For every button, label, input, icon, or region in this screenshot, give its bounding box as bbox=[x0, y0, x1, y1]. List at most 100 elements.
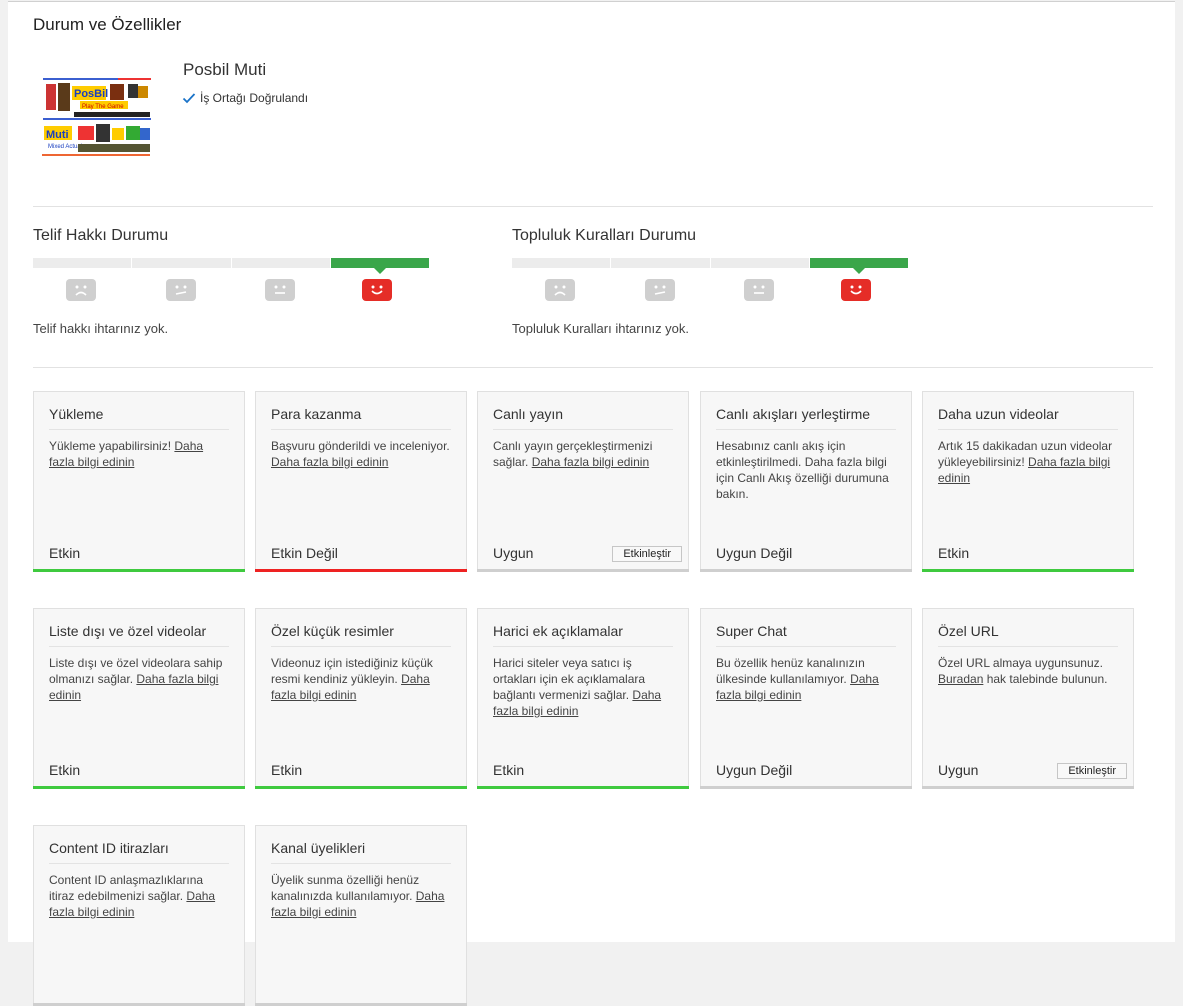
description-text: Özel URL almaya uygunsunuz. bbox=[938, 656, 1103, 670]
status-bar bbox=[922, 569, 1134, 572]
channel-thumbnail: PosBil Play The Game Muti Mixed Actual bbox=[38, 74, 153, 164]
feature-card-title: Liste dışı ve özel videolar bbox=[49, 623, 207, 639]
feature-card-title: Özel küçük resimler bbox=[271, 623, 394, 639]
happy-face-icon bbox=[841, 279, 871, 301]
learn-more-link[interactable]: Daha fazla bilgi edinin bbox=[271, 455, 388, 469]
meter-segment bbox=[231, 258, 330, 268]
copyright-status-text: Telif hakkı ihtarınız yok. bbox=[33, 321, 169, 336]
description-text: Harici siteler veya satıcı iş ortakları … bbox=[493, 656, 646, 702]
copyright-strike-meter bbox=[33, 258, 429, 274]
meter-segment bbox=[33, 258, 132, 268]
description-text: Üyelik sunma özelliği henüz kanalınızda … bbox=[271, 873, 420, 903]
happy-face-icon bbox=[362, 279, 392, 301]
divider bbox=[33, 367, 1153, 368]
feature-status: Etkin bbox=[49, 762, 81, 778]
page-title: Durum ve Özellikler bbox=[33, 15, 182, 34]
status-bar bbox=[922, 786, 1134, 789]
card-divider bbox=[49, 863, 229, 864]
feature-status: Etkin bbox=[493, 762, 525, 778]
feature-card: Super Chat Bu özellik henüz kanalınızın ü… bbox=[700, 608, 912, 789]
feature-card-description: Yükleme yapabilirsiniz! Daha fazla bilgi… bbox=[49, 438, 230, 470]
divider bbox=[33, 206, 1153, 207]
feature-card: Daha uzun videolar Artık 15 dakikadan uzu… bbox=[922, 391, 1134, 572]
feature-status: Etkin Değil bbox=[271, 545, 338, 561]
sad-face-icon bbox=[66, 279, 96, 301]
feature-status: Uygun Değil bbox=[716, 762, 793, 778]
status-bar bbox=[255, 569, 467, 572]
description-text: Başvuru gönderildi ve inceleniyor. bbox=[271, 439, 450, 453]
feature-card-description: Videonuz için istediğiniz küçük resmi ke… bbox=[271, 655, 452, 703]
feature-status: Uygun bbox=[938, 762, 979, 778]
feature-status: Uygun Değil bbox=[716, 545, 793, 561]
card-divider bbox=[493, 429, 673, 430]
card-divider bbox=[271, 429, 451, 430]
feature-card-description: Harici siteler veya satıcı iş ortakları … bbox=[493, 655, 674, 719]
feature-card-description: Hesabınız canlı akış için etkinleştirilm… bbox=[716, 438, 897, 502]
feature-card: Özel küçük resimler Videonuz için istediğ… bbox=[255, 608, 467, 789]
description-text: Bu özellik henüz kanalınızın ülkesinde k… bbox=[716, 656, 865, 686]
learn-more-link[interactable]: Daha fazla bilgi edinin bbox=[532, 455, 649, 469]
feature-card-title: Kanal üyelikleri bbox=[271, 840, 366, 856]
feature-status: Etkin bbox=[271, 762, 303, 778]
status-bar bbox=[477, 569, 689, 572]
neutral-face-icon bbox=[265, 279, 295, 301]
enable-button[interactable]: Etkinleştir bbox=[1057, 763, 1127, 779]
card-divider bbox=[493, 646, 673, 647]
copyright-faces bbox=[33, 279, 429, 303]
community-faces bbox=[512, 279, 908, 303]
meter-segment-active bbox=[809, 258, 908, 274]
feature-card: Liste dışı ve özel videolar Liste dışı ve… bbox=[33, 608, 245, 789]
enable-button[interactable]: Etkinleştir bbox=[612, 546, 682, 562]
svg-text:Muti: Muti bbox=[46, 129, 69, 141]
learn-more-link[interactable]: Buradan bbox=[938, 672, 983, 686]
feature-card-description: Bu özellik henüz kanalınızın ülkesinde k… bbox=[716, 655, 897, 703]
card-divider bbox=[938, 429, 1118, 430]
card-divider bbox=[716, 646, 896, 647]
sad-face-icon bbox=[545, 279, 575, 301]
unsure-face-icon bbox=[645, 279, 675, 301]
svg-text:Play The Game: Play The Game bbox=[82, 104, 124, 110]
description-text: Content ID anlaşmazlıklarına itiraz edeb… bbox=[49, 873, 204, 903]
feature-card-title: Para kazanma bbox=[271, 406, 362, 422]
meter-segment bbox=[611, 258, 710, 268]
feature-card-title: Canlı akışları yerleştirme bbox=[716, 406, 871, 422]
description-text: Yükleme yapabilirsiniz! bbox=[49, 439, 175, 453]
feature-status: Uygun bbox=[493, 545, 534, 561]
feature-card: Özel URL Özel URL almaya uygunsunuz. Bura… bbox=[922, 608, 1134, 789]
feature-card-title: Daha uzun videolar bbox=[938, 406, 1059, 422]
feature-card: Canlı yayın Canlı yayın gerçekleştirmeniz… bbox=[477, 391, 689, 572]
neutral-face-icon bbox=[744, 279, 774, 301]
feature-card-title: Super Chat bbox=[716, 623, 787, 639]
description-text: Hesabınız canlı akış için etkinleştirilm… bbox=[716, 439, 889, 501]
feature-card-description: Content ID anlaşmazlıklarına itiraz edeb… bbox=[49, 872, 230, 920]
channel-name: Posbil Muti bbox=[183, 60, 267, 79]
feature-card-description: Liste dışı ve özel videolara sahip olman… bbox=[49, 655, 230, 703]
feature-card-description: Artık 15 dakikadan uzun videolar yükleye… bbox=[938, 438, 1119, 486]
card-divider bbox=[49, 646, 229, 647]
svg-text:PosBil: PosBil bbox=[74, 88, 108, 100]
feature-card: Canlı akışları yerleştirme Hesabınız canl… bbox=[700, 391, 912, 572]
community-status-title: Topluluk Kuralları Durumu bbox=[512, 227, 697, 244]
feature-card: Kanal üyelikleri Üyelik sunma özelliği he… bbox=[255, 825, 467, 1006]
feature-card: Content ID itirazları Content ID anlaşmaz… bbox=[33, 825, 245, 1006]
feature-card-title: Canlı yayın bbox=[493, 406, 564, 422]
status-bar bbox=[33, 786, 245, 789]
feature-card: Yükleme Yükleme yapabilirsiniz! Daha fazl… bbox=[33, 391, 245, 572]
status-bar bbox=[33, 569, 245, 572]
status-features-page: Durum ve Özellikler PosBil Play The Game… bbox=[8, 1, 1175, 1006]
meter-segment-active bbox=[330, 258, 429, 274]
community-status-text: Topluluk Kuralları ihtarınız yok. bbox=[512, 321, 690, 336]
feature-card: Para kazanma Başvuru gönderildi ve incele… bbox=[255, 391, 467, 572]
card-divider bbox=[49, 429, 229, 430]
card-divider bbox=[938, 646, 1118, 647]
feature-status: Etkin bbox=[49, 545, 81, 561]
verified-label: İş Ortağı Doğrulandı bbox=[200, 91, 309, 105]
feature-card-description: Canlı yayın gerçekleştirmenizi sağlar. D… bbox=[493, 438, 674, 470]
feature-card-description: Özel URL almaya uygunsunuz. Buradan hak … bbox=[938, 655, 1119, 687]
card-divider bbox=[716, 429, 896, 430]
card-divider bbox=[271, 863, 451, 864]
meter-segment bbox=[512, 258, 611, 268]
feature-card-description: Üyelik sunma özelliği henüz kanalınızda … bbox=[271, 872, 452, 920]
feature-card-title: Content ID itirazları bbox=[49, 840, 169, 856]
feature-status: Etkin bbox=[938, 545, 970, 561]
